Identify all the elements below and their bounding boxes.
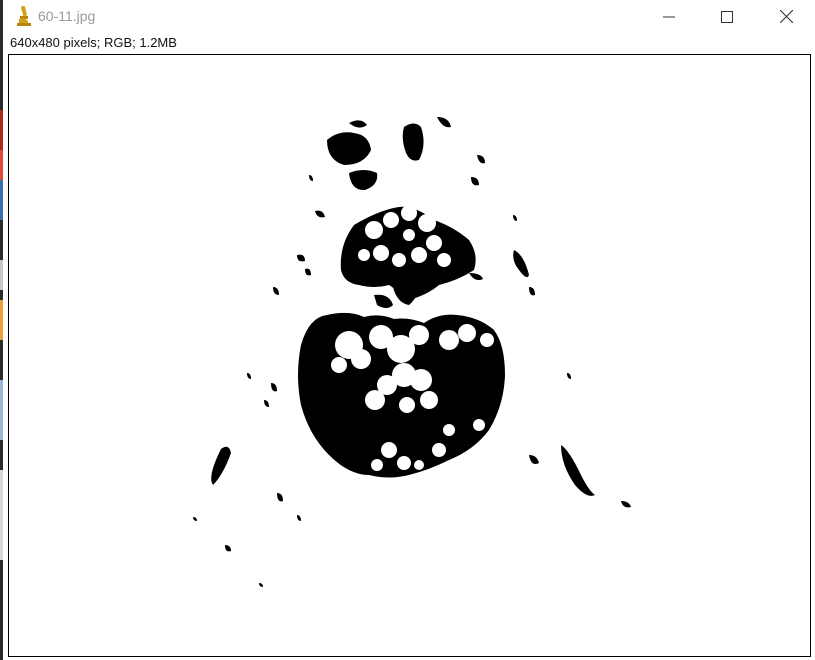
background-window-edge: [0, 0, 3, 660]
title-bar[interactable]: 60-11.jpg: [3, 0, 815, 33]
image-window: 60-11.jpg 640x480 pixels; RGB; 1.2MB: [0, 0, 815, 660]
image-canvas[interactable]: [8, 54, 811, 657]
maximize-icon: [721, 10, 733, 23]
thresholded-image: [193, 117, 631, 587]
microscope-icon: [16, 5, 32, 27]
close-button[interactable]: [757, 0, 815, 33]
maximize-button[interactable]: [698, 0, 756, 33]
minimize-button[interactable]: [640, 0, 698, 33]
window-title: 60-11.jpg: [38, 8, 96, 24]
image-info-label: 640x480 pixels; RGB; 1.2MB: [10, 35, 177, 50]
close-icon: [779, 10, 793, 23]
minimize-icon: [663, 11, 675, 23]
